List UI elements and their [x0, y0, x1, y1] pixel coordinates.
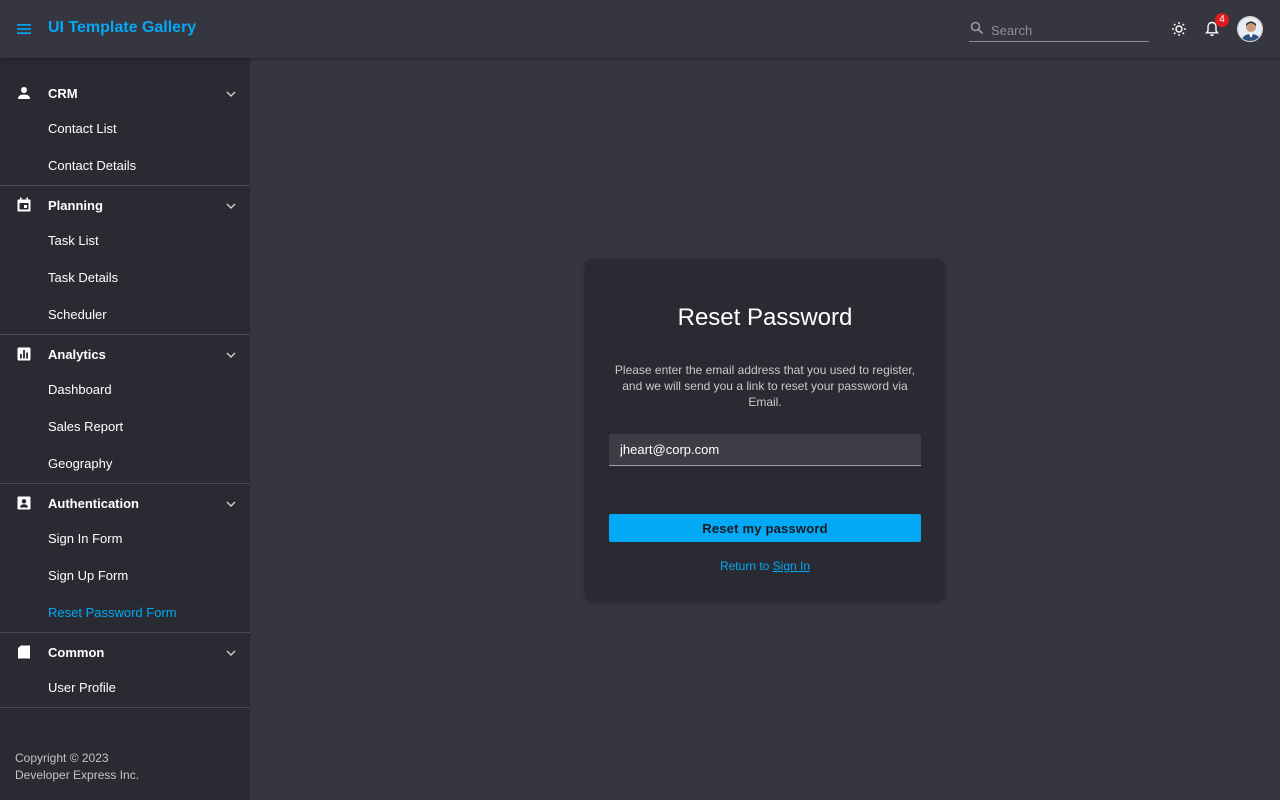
nav-group-header-planning[interactable]: Planning: [0, 186, 250, 223]
sidebar-item-dashboard[interactable]: Dashboard: [0, 372, 250, 409]
sidebar: CRM Contact List Contact Details Plannin…: [0, 58, 250, 800]
nav-group-label: Planning: [48, 198, 103, 213]
nav-group-analytics: Analytics Dashboard Sales Report Geograp…: [0, 335, 250, 484]
sidebar-item-task-list[interactable]: Task List: [0, 223, 250, 260]
nav-group-authentication: Authentication Sign In Form Sign Up Form…: [0, 484, 250, 633]
sidebar-item-geography[interactable]: Geography: [0, 446, 250, 483]
sidebar-item-contact-details[interactable]: Contact Details: [0, 148, 250, 185]
email-input[interactable]: [609, 434, 921, 465]
chevron-down-icon: [225, 646, 237, 658]
sign-in-link[interactable]: Sign In: [773, 559, 810, 573]
search-icon: [970, 21, 984, 40]
sidebar-item-task-details[interactable]: Task Details: [0, 260, 250, 297]
theme-toggle-icon[interactable]: [1167, 17, 1191, 41]
user-avatar[interactable]: [1237, 16, 1263, 42]
chevron-down-icon: [225, 497, 237, 509]
nav-group-label: CRM: [48, 86, 78, 101]
top-bar: UI Template Gallery 4: [0, 0, 1280, 58]
card-title: Reset Password: [677, 304, 853, 331]
sidebar-item-scheduler[interactable]: Scheduler: [0, 297, 250, 334]
sidebar-item-contact-list[interactable]: Contact List: [0, 111, 250, 148]
contact-card-icon: [16, 495, 32, 511]
nav-group-common: Common User Profile: [0, 633, 250, 708]
copyright-line: Copyright © 2023: [15, 751, 109, 765]
nav-group-header-crm[interactable]: CRM: [0, 74, 250, 111]
calendar-icon: [16, 197, 32, 213]
company-name: Developer Express Inc.: [15, 768, 140, 782]
chevron-down-icon: [225, 348, 237, 360]
nav-group-label: Analytics: [48, 347, 106, 362]
folder-icon: [16, 644, 32, 660]
person-icon: [16, 85, 32, 101]
nav-group-header-analytics[interactable]: Analytics: [0, 335, 250, 372]
search-input[interactable]: [991, 20, 1146, 40]
return-prefix: Return to: [719, 559, 773, 573]
sidebar-item-sales-report[interactable]: Sales Report: [0, 409, 250, 446]
sidebar-item-reset-password-form[interactable]: Reset Password Form: [0, 595, 250, 632]
reset-password-button[interactable]: Reset my password: [609, 514, 921, 542]
notification-badge: 4: [1215, 13, 1229, 27]
chart-icon: [16, 346, 32, 362]
chevron-down-icon: [225, 87, 237, 99]
copyright: Copyright © 2023 Developer Express Inc.: [15, 750, 139, 784]
nav-group-planning: Planning Task List Task Details Schedule…: [0, 186, 250, 335]
nav-group-label: Authentication: [48, 496, 139, 511]
search-box[interactable]: [969, 18, 1149, 42]
menu-icon[interactable]: [12, 17, 36, 41]
return-to-sign-in: Return to Sign In: [585, 559, 945, 573]
nav-group-header-authentication[interactable]: Authentication: [0, 484, 250, 521]
nav-group-header-common[interactable]: Common: [0, 633, 250, 670]
card-description: Please enter the email address that you …: [614, 363, 916, 409]
email-field[interactable]: [609, 434, 921, 466]
sidebar-item-sign-up-form[interactable]: Sign Up Form: [0, 558, 250, 595]
sidebar-item-sign-in-form[interactable]: Sign In Form: [0, 521, 250, 558]
nav-group-crm: CRM Contact List Contact Details: [0, 74, 250, 186]
app-title[interactable]: UI Template Gallery: [48, 19, 196, 37]
nav-group-label: Common: [48, 645, 105, 660]
reset-password-card: Reset Password Please enter the email ad…: [585, 259, 945, 601]
chevron-down-icon: [225, 199, 237, 211]
sidebar-item-user-profile[interactable]: User Profile: [0, 670, 250, 707]
